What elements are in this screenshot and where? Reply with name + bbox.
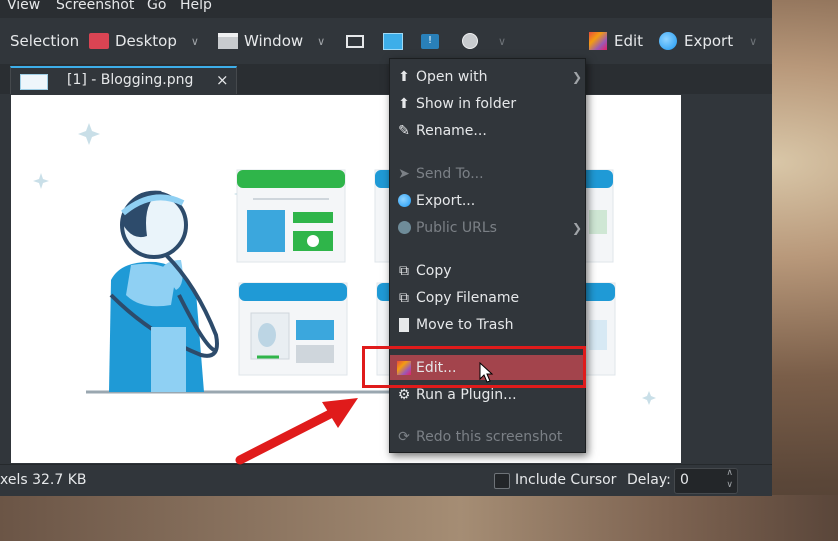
menu-item-label: Copy (416, 262, 452, 279)
selection-label: Selection (10, 32, 80, 50)
menu-item-label: Move to Trash (416, 316, 514, 333)
menu-item-label: Public URLs (416, 219, 497, 236)
export-label: Export (684, 32, 734, 50)
fullscreen-mode-button[interactable] (346, 31, 364, 51)
include-cursor-label: Include Cursor (515, 472, 617, 488)
card-blue (238, 282, 348, 376)
spin-up-icon[interactable]: ∧ (726, 468, 733, 478)
chevron-down-icon[interactable]: ∨ (498, 35, 506, 48)
sparkle-icon (642, 391, 656, 405)
menu-item-rename[interactable]: ✎ Rename... (390, 118, 585, 143)
chevron-down-icon[interactable]: ∨ (191, 35, 199, 48)
submenu-arrow-icon: ❯ (571, 69, 582, 84)
sparkle-icon (33, 173, 49, 189)
menu-item-label: Send To... (416, 165, 484, 182)
mouse-cursor-icon (479, 362, 494, 383)
menu-item-open-with[interactable]: ⬆ Open with ❯ (390, 64, 585, 89)
desktop-icon (89, 33, 109, 49)
tab-label: [1] - Blogging.png (67, 72, 194, 88)
sparkle-icon (78, 123, 100, 145)
edit-button[interactable]: Edit (589, 31, 643, 51)
window-button[interactable]: Window ∨ (218, 31, 325, 51)
trash-icon (396, 317, 412, 333)
window-label: Window (244, 32, 304, 50)
menu-item-copy-filename[interactable]: ⧉ Copy Filename (390, 285, 585, 310)
menu-item-label: Export... (416, 192, 476, 209)
chevron-down-icon[interactable]: ∨ (317, 35, 325, 48)
copy-icon: ⧉ (399, 262, 409, 279)
toolbar: Selection Desktop ∨ Window ∨ ! ∨ Edit Ex… (0, 18, 772, 65)
export-button[interactable]: Export ∨ (659, 31, 757, 51)
active-window-button[interactable]: ! (421, 31, 439, 51)
delay-value: 0 (680, 472, 689, 488)
notification-icon: ! (421, 33, 439, 49)
delay-label: Delay: (627, 472, 671, 488)
person-figure (109, 190, 219, 392)
region-mode-button[interactable] (383, 31, 403, 51)
share-button[interactable]: ∨ (462, 31, 506, 51)
desktop-label: Desktop (115, 32, 177, 50)
tab-bar: [1] - Blogging.png × (0, 64, 772, 94)
selection-button[interactable]: Selection (10, 31, 79, 51)
include-cursor-checkbox[interactable] (494, 473, 510, 489)
gear-icon: ⚙ (397, 386, 411, 403)
menu-item-public-urls: Public URLs ❯ (390, 215, 585, 240)
globe-icon (396, 220, 412, 236)
status-bar: xels 32.7 KB Include Cursor Delay: 0 ∧ ∨ (0, 464, 772, 496)
menu-item-copy[interactable]: ⧉ Copy (390, 258, 585, 283)
menu-item-label: Run a Plugin... (416, 386, 517, 403)
pencil-icon: ✎ (398, 122, 410, 139)
menu-item-label: Redo this screenshot (416, 428, 563, 445)
chevron-down-icon[interactable]: ∨ (749, 35, 757, 48)
menu-help[interactable]: Help (180, 0, 212, 13)
menu-item-send-to: ➤ Send To... (390, 161, 585, 186)
menu-item-label: Open with (416, 68, 488, 85)
folder-icon: ⬆ (398, 95, 410, 112)
redo-icon: ⟳ (398, 428, 410, 445)
image-size-text: xels 32.7 KB (0, 472, 87, 488)
globe-icon (396, 193, 412, 209)
menu-item-label: Copy Filename (416, 289, 520, 306)
context-menu: ⬆ Open with ❯ ⬆ Show in folder ✎ Rename.… (389, 58, 586, 453)
menubar: View Screenshot Go Help (0, 0, 772, 18)
menu-screenshot[interactable]: Screenshot (56, 0, 134, 13)
menu-go[interactable]: Go (147, 0, 166, 13)
menu-item-label: Rename... (416, 122, 487, 139)
monitor-icon (346, 34, 364, 48)
window-icon (218, 33, 238, 49)
menu-item-label: Show in folder (416, 95, 517, 112)
annotation-arrow (235, 398, 358, 465)
menu-item-export[interactable]: Export... (390, 188, 585, 213)
desktop-button[interactable]: Desktop ∨ (89, 31, 199, 51)
palette-icon (589, 32, 607, 50)
open-with-icon: ⬆ (398, 68, 410, 85)
edit-label: Edit (614, 32, 644, 50)
globe-icon (462, 33, 478, 49)
desktop-wallpaper (0, 495, 838, 541)
menu-item-move-to-trash[interactable]: Move to Trash (390, 312, 585, 337)
globe-icon (659, 32, 677, 50)
tab-blogging[interactable]: [1] - Blogging.png × (10, 66, 237, 94)
app-window: View Screenshot Go Help Selection Deskto… (0, 0, 772, 496)
send-icon: ➤ (398, 165, 410, 182)
delay-spinbox[interactable]: 0 ∧ ∨ (674, 468, 738, 494)
list-icon (383, 32, 403, 50)
image-icon (20, 74, 48, 90)
menu-item-show-in-folder[interactable]: ⬆ Show in folder (390, 91, 585, 116)
copy-icon: ⧉ (399, 289, 409, 306)
menu-item-redo-screenshot: ⟳ Redo this screenshot (390, 424, 585, 449)
spin-down-icon[interactable]: ∨ (726, 480, 733, 490)
submenu-arrow-icon: ❯ (571, 220, 582, 235)
card-green (236, 169, 346, 263)
menu-view[interactable]: View (7, 0, 40, 13)
close-icon[interactable]: × (216, 71, 229, 89)
highlight-box (362, 346, 586, 388)
